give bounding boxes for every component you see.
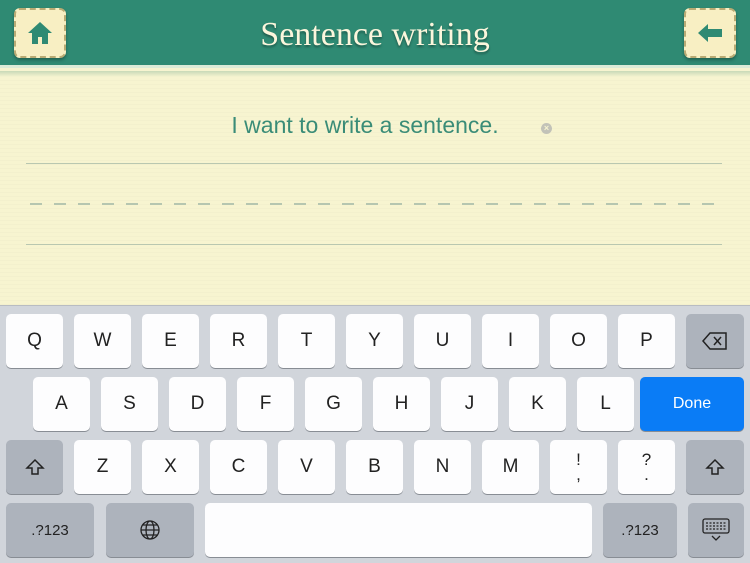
sentence-text[interactable]: I want to write a sentence. [0, 112, 730, 139]
key-e[interactable]: E [142, 314, 199, 368]
key-z[interactable]: Z [74, 440, 131, 494]
on-screen-keyboard: Q W E R T Y U I O P A S D F G H J K L Do… [0, 305, 750, 563]
shift-key-left[interactable] [6, 440, 63, 494]
key-bottom-char: , [576, 465, 581, 484]
page-title: Sentence writing [260, 16, 490, 53]
backspace-key[interactable] [686, 314, 744, 368]
shift-icon [705, 458, 725, 475]
key-n[interactable]: N [414, 440, 471, 494]
numbers-key-left[interactable]: .?123 [6, 503, 94, 557]
keyboard-hide-icon [702, 518, 730, 541]
key-m[interactable]: M [482, 440, 539, 494]
key-bottom-char: . [644, 465, 649, 484]
key-c[interactable]: C [210, 440, 267, 494]
backspace-icon [702, 332, 727, 350]
home-button[interactable] [14, 8, 66, 58]
key-exclamation-comma[interactable]: ! , [550, 440, 607, 494]
key-b[interactable]: B [346, 440, 403, 494]
done-button[interactable]: Done [640, 377, 744, 431]
key-v[interactable]: V [278, 440, 335, 494]
key-t[interactable]: T [278, 314, 335, 368]
key-w[interactable]: W [74, 314, 131, 368]
key-a[interactable]: A [33, 377, 90, 431]
globe-icon [140, 520, 160, 540]
shift-icon [24, 458, 45, 475]
guide-line-middle [30, 203, 720, 205]
key-y[interactable]: Y [346, 314, 403, 368]
key-g[interactable]: G [305, 377, 362, 431]
key-q[interactable]: Q [6, 314, 63, 368]
key-o[interactable]: O [550, 314, 607, 368]
home-icon [28, 22, 52, 44]
arrow-left-icon [698, 24, 722, 42]
guide-line-top [26, 163, 722, 164]
key-s[interactable]: S [101, 377, 158, 431]
globe-key[interactable] [106, 503, 194, 557]
key-question-period[interactable]: ? . [618, 440, 675, 494]
space-key[interactable] [205, 503, 592, 557]
guide-line-bottom [26, 244, 722, 245]
shift-key-right[interactable] [686, 440, 744, 494]
key-x[interactable]: X [142, 440, 199, 494]
key-j[interactable]: J [441, 377, 498, 431]
back-button[interactable] [684, 8, 736, 58]
key-u[interactable]: U [414, 314, 471, 368]
key-i[interactable]: I [482, 314, 539, 368]
key-r[interactable]: R [210, 314, 267, 368]
hide-keyboard-key[interactable] [688, 503, 744, 557]
key-p[interactable]: P [618, 314, 675, 368]
key-d[interactable]: D [169, 377, 226, 431]
key-f[interactable]: F [237, 377, 294, 431]
key-l[interactable]: L [577, 377, 634, 431]
key-h[interactable]: H [373, 377, 430, 431]
clear-icon[interactable]: × [541, 123, 552, 134]
numbers-key-right[interactable]: .?123 [603, 503, 677, 557]
key-k[interactable]: K [509, 377, 566, 431]
